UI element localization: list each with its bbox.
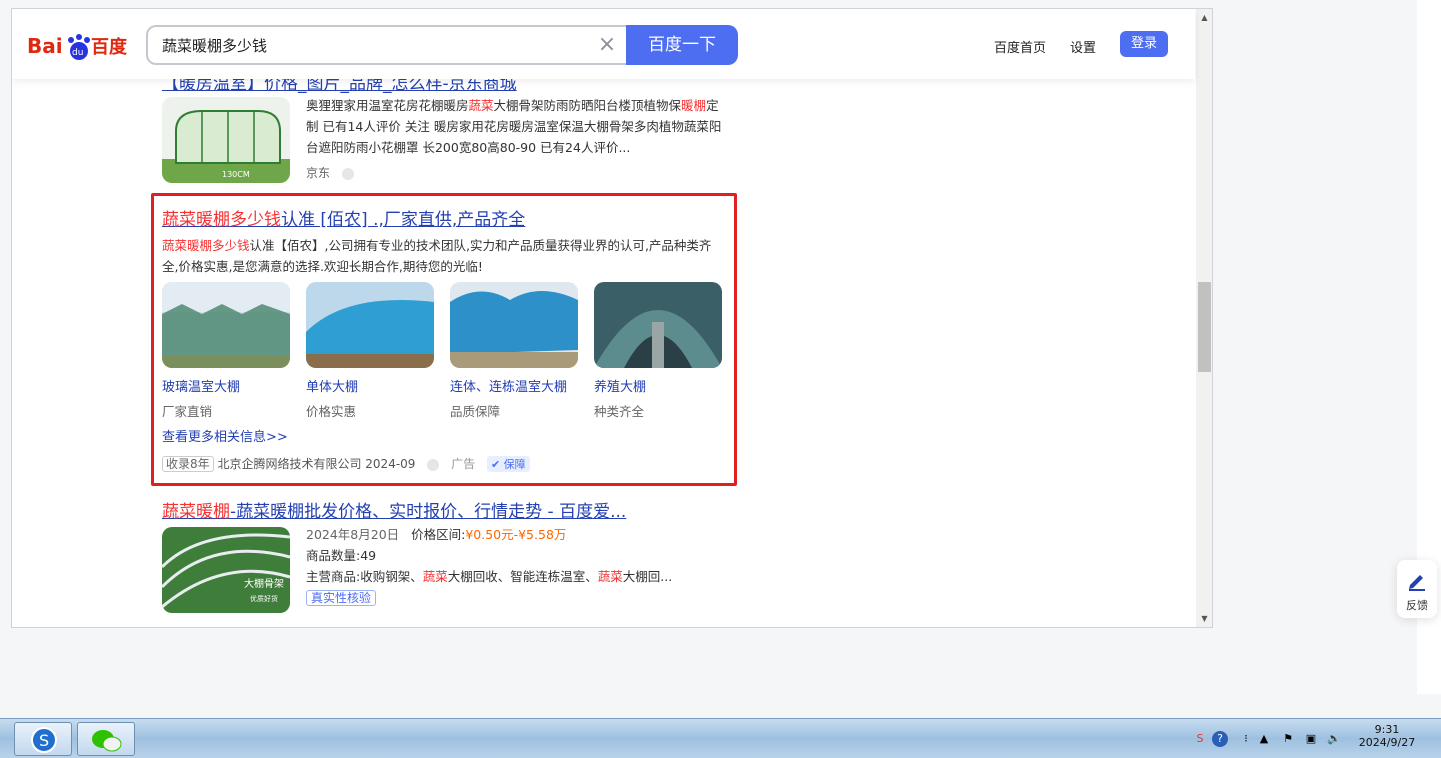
ad-card-glass-greenhouse[interactable]: 玻璃温室大棚 厂家直销 bbox=[162, 282, 290, 420]
show-hidden-icons-icon[interactable]: ▲ bbox=[1256, 731, 1272, 747]
action-center-icon[interactable]: ⚑ bbox=[1280, 731, 1296, 747]
ad-card-multi-span-greenhouse[interactable]: 连体、连栋温室大棚 品质保障 bbox=[450, 282, 578, 420]
result-item-1: 奥狸狸家用温室花房花棚暖房蔬菜大棚骨架防雨防晒阳台楼顶植物保暖棚定制 已有14人… bbox=[306, 95, 726, 181]
thumb-label: 130CM bbox=[222, 170, 250, 179]
scroll-thumb[interactable] bbox=[1198, 282, 1211, 372]
ad-label: 广告 bbox=[451, 457, 476, 471]
input-options-icon[interactable]: ⁝ bbox=[1238, 731, 1254, 747]
card-image[interactable] bbox=[306, 282, 434, 368]
top-header: Bai du 百度 × 百度一下 百度首页 设置 登录 bbox=[12, 9, 1195, 79]
settings-link[interactable]: 设置 bbox=[1070, 37, 1096, 56]
search-results: 【暖房温室】价格_图片_品牌_怎么样-京东商城 130CM 奥狸狸家用温室花房花… bbox=[12, 9, 1195, 627]
result-snippet-1: 奥狸狸家用温室花房花棚暖房蔬菜大棚骨架防雨防晒阳台楼顶植物保暖棚定制 已有14人… bbox=[306, 98, 722, 155]
network-icon[interactable]: ▣ bbox=[1303, 731, 1319, 747]
card-sub: 种类齐全 bbox=[594, 404, 645, 419]
feedback-label: 反馈 bbox=[1406, 599, 1428, 612]
taskbar-wechat-button[interactable] bbox=[77, 722, 135, 756]
close-icon[interactable]: × bbox=[596, 34, 618, 56]
help-icon[interactable]: ? bbox=[1212, 731, 1228, 747]
scroll-up-arrow-icon[interactable]: ▲ bbox=[1196, 9, 1212, 26]
login-button[interactable]: 登录 bbox=[1120, 31, 1168, 57]
result-title-3[interactable]: 蔬菜暖棚-蔬菜暖棚批发价格、实时报价、行情走势 - 百度爱... bbox=[162, 502, 626, 522]
windows-taskbar: S S ? ⁝ ▲ ⚑ ▣ 🔈 9:31 2024/9/27 bbox=[0, 718, 1441, 758]
clock[interactable]: 9:31 2024/9/27 bbox=[1356, 723, 1418, 749]
card-image[interactable] bbox=[450, 282, 578, 368]
result-details-3: 2024年8月20日 价格区间:¥0.50元-¥5.58万 商品数量:49 主营… bbox=[306, 527, 673, 606]
baidu-logo[interactable]: Bai du 百度 bbox=[27, 27, 132, 61]
card-name[interactable]: 单体大棚 bbox=[306, 376, 434, 395]
ad-footer: 收录8年 北京企腾网络技术有限公司 2024-09 广告 ✔ 保障 bbox=[162, 455, 722, 472]
ad-more-link[interactable]: 查看更多相关信息>> bbox=[162, 426, 722, 445]
card-name[interactable]: 连体、连栋温室大棚 bbox=[450, 376, 578, 395]
search-box[interactable]: × bbox=[146, 25, 628, 65]
sogou-input-icon[interactable]: S bbox=[1192, 731, 1208, 747]
svg-text:百度: 百度 bbox=[91, 36, 128, 58]
thumb-title: 大棚骨架 bbox=[244, 577, 284, 590]
chevron-down-icon[interactable] bbox=[341, 167, 354, 180]
home-link[interactable]: 百度首页 bbox=[994, 37, 1046, 56]
check-shield-icon: ✔ bbox=[490, 458, 501, 471]
feedback-button[interactable]: 反馈 bbox=[1397, 560, 1437, 618]
vertical-scrollbar[interactable]: ▲ ▼ bbox=[1196, 9, 1212, 627]
taskbar-browser-button[interactable]: S bbox=[14, 722, 72, 756]
ad-card-single-greenhouse[interactable]: 单体大棚 价格实惠 bbox=[306, 282, 434, 420]
scroll-down-arrow-icon[interactable]: ▼ bbox=[1196, 610, 1212, 627]
result-thumbnail-frame[interactable]: 大棚骨架 优质好货 bbox=[162, 527, 290, 613]
result-thumbnail-greenhouse[interactable]: 130CM bbox=[162, 97, 290, 183]
result-item-3[interactable]: 蔬菜暖棚-蔬菜暖棚批发价格、实时报价、行情走势 - 百度爱... bbox=[162, 497, 722, 522]
search-input[interactable] bbox=[162, 27, 542, 63]
card-sub: 厂家直销 bbox=[162, 404, 213, 419]
ad-description: 蔬菜暖棚多少钱认准【佰农】,公司拥有专业的技术团队,实力和产品质量获得业界的认可… bbox=[162, 238, 712, 274]
thumb-subtitle: 优质好货 bbox=[250, 594, 278, 603]
edit-pen-icon bbox=[1409, 575, 1425, 591]
card-image[interactable] bbox=[594, 282, 722, 368]
card-sub: 品质保障 bbox=[450, 404, 501, 419]
search-button[interactable]: 百度一下 bbox=[626, 25, 738, 65]
ad-company: 北京企腾网络技术有限公司 2024-09 bbox=[217, 457, 416, 471]
verify-badge[interactable]: 真实性核验 bbox=[306, 590, 377, 606]
record-badge: 收录8年 bbox=[162, 456, 214, 472]
guarantee-badge[interactable]: ✔ 保障 bbox=[486, 456, 530, 472]
card-name[interactable]: 养殖大棚 bbox=[594, 376, 722, 395]
svg-text:Bai: Bai bbox=[27, 34, 63, 58]
ad-title[interactable]: 蔬菜暖棚多少钱认准 [佰农] .,厂家直供,产品齐全 bbox=[162, 210, 525, 230]
card-image[interactable] bbox=[162, 282, 290, 368]
chevron-down-icon[interactable] bbox=[427, 458, 440, 471]
ad-result: 蔬菜暖棚多少钱认准 [佰农] .,厂家直供,产品齐全 蔬菜暖棚多少钱认准【佰农】… bbox=[162, 205, 722, 277]
ad-card-breeding-greenhouse[interactable]: 养殖大棚 种类齐全 bbox=[594, 282, 722, 420]
svg-text:du: du bbox=[72, 48, 83, 58]
browser-page: 【暖房温室】价格_图片_品牌_怎么样-京东商城 130CM 奥狸狸家用温室花房花… bbox=[11, 8, 1213, 628]
volume-icon[interactable]: 🔈 bbox=[1326, 731, 1342, 747]
card-sub: 价格实惠 bbox=[306, 404, 357, 419]
result-source-1[interactable]: 京东 bbox=[306, 164, 726, 181]
card-name[interactable]: 玻璃温室大棚 bbox=[162, 376, 290, 395]
svg-text:S: S bbox=[39, 731, 49, 750]
